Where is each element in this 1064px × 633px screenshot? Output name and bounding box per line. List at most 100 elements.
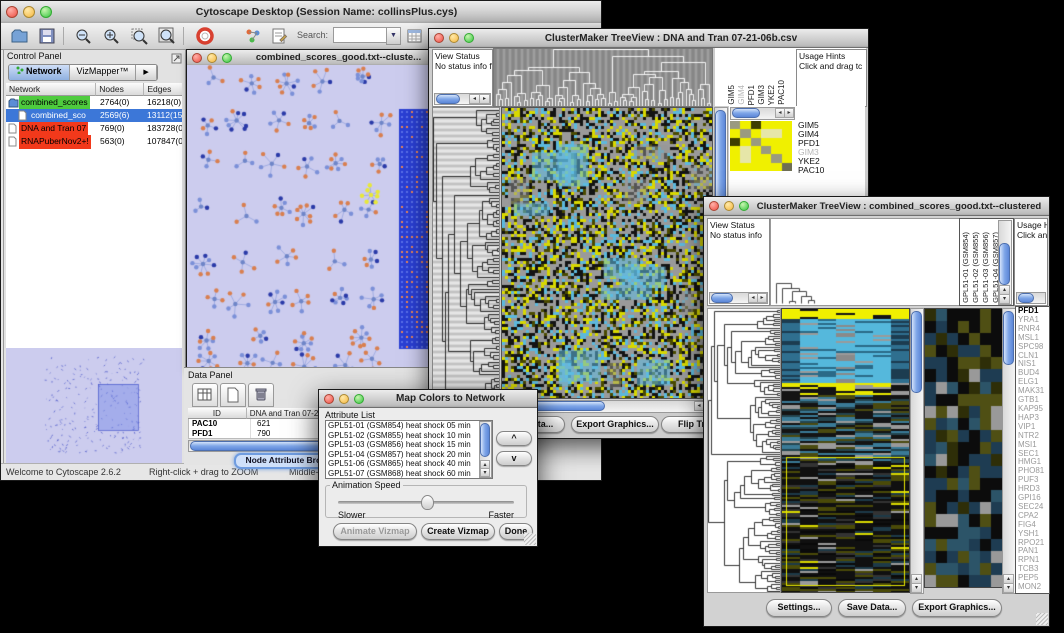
- move-down-button[interactable]: v: [496, 451, 532, 466]
- zoom-hscrollbar[interactable]: ◂ ▸: [730, 107, 795, 120]
- attribute-list-label: Attribute List: [325, 410, 375, 420]
- gene-label[interactable]: PAC10: [798, 166, 864, 175]
- zoom-window-icon[interactable]: [40, 6, 52, 18]
- zoom-heatmap[interactable]: [924, 308, 1003, 588]
- zoom-window-icon[interactable]: [222, 53, 232, 63]
- minimize-icon[interactable]: [724, 201, 734, 211]
- column-label-vscrollbar[interactable]: ▴ ▾: [998, 220, 1012, 305]
- annotation-icon[interactable]: [267, 25, 291, 47]
- treeview2-title: ClusterMaker TreeView : combined_scores_…: [749, 201, 1049, 212]
- tab-network[interactable]: Network: [9, 65, 70, 80]
- open-folder-icon[interactable]: [7, 25, 31, 47]
- close-icon[interactable]: [192, 53, 202, 63]
- toolbar-divider: [183, 27, 184, 45]
- zoom-window-icon[interactable]: [464, 33, 474, 43]
- minimize-icon[interactable]: [339, 394, 349, 404]
- usage-hints-title: Usage Hi: [1015, 219, 1047, 230]
- view-status-scrollbar[interactable]: ◂ ▸: [709, 292, 768, 304]
- column-dendrogram[interactable]: [770, 218, 960, 306]
- dialog-title-bar[interactable]: Map Colors to Network: [319, 390, 537, 408]
- network-row[interactable]: RNAPuberNov2+!563(0)107847(0): [6, 135, 182, 148]
- treeview1-gene-labels: GIM5GIM4PFD1GIM3YKE2PAC10: [798, 121, 864, 201]
- zoom-selected-icon[interactable]: [127, 25, 151, 47]
- data-panel-title: Data Panel: [188, 370, 233, 380]
- attribute-item[interactable]: GPL51-03 (GSM856) heat shock 15 min: [326, 440, 492, 450]
- save-icon[interactable]: [35, 25, 59, 47]
- help-lifebuoy-icon[interactable]: [193, 25, 217, 47]
- usage-hints-title: Usage Hints: [797, 50, 866, 61]
- col-nodes[interactable]: Nodes: [96, 83, 144, 96]
- attribute-item[interactable]: GPL51-06 (GSM865) heat shock 40 min: [326, 459, 492, 469]
- create-vizmap-button[interactable]: Create Vizmap: [421, 523, 495, 540]
- export-graphics-button[interactable]: Export Graphics...: [912, 599, 1002, 617]
- zoom-window-icon[interactable]: [354, 394, 364, 404]
- search-input[interactable]: [333, 27, 387, 43]
- close-icon[interactable]: [6, 6, 18, 18]
- network-row[interactable]: combined_sco2569(6)13112(15): [6, 109, 182, 122]
- global-heatmap[interactable]: [501, 107, 713, 399]
- close-icon[interactable]: [709, 201, 719, 211]
- treeview2-title-bar[interactable]: ClusterMaker TreeView : combined_scores_…: [704, 197, 1049, 216]
- save-data-button[interactable]: Save Data...: [838, 599, 906, 617]
- move-up-button[interactable]: ^: [496, 431, 532, 446]
- row-dendrogram[interactable]: [707, 308, 781, 593]
- usage-hints-panel: Usage Hints Click and drag tc: [796, 49, 867, 107]
- tab-overflow-arrow[interactable]: ▶: [136, 65, 156, 80]
- minimize-icon[interactable]: [207, 53, 217, 63]
- network-name: DNA and Tran 07: [19, 122, 88, 136]
- birdseye-view[interactable]: [6, 348, 182, 463]
- attribute-table-icon[interactable]: [403, 25, 427, 47]
- treeview1-title-bar[interactable]: ClusterMaker TreeView : DNA and Tran 07-…: [429, 29, 868, 48]
- resize-grip[interactable]: [524, 533, 536, 545]
- attribute-item[interactable]: GPL51-01 (GSM854) heat shock 05 min: [326, 421, 492, 431]
- settings-button[interactable]: Settings...: [766, 599, 832, 617]
- search-dropdown-button[interactable]: ▼: [386, 27, 401, 45]
- export-graphics-button[interactable]: Export Graphics...: [571, 416, 659, 433]
- id-column-header[interactable]: ID: [188, 408, 247, 419]
- network-table-header: Network Nodes Edges: [6, 83, 182, 96]
- animate-vizmap-button[interactable]: Animate Vizmap: [333, 523, 417, 540]
- global-heatmap[interactable]: [781, 308, 910, 593]
- global-vscrollbar[interactable]: ▴ ▾: [910, 308, 924, 594]
- col-network[interactable]: Network: [6, 83, 96, 96]
- zoom-fit-icon[interactable]: [155, 25, 179, 47]
- col-edges[interactable]: Edges: [144, 83, 182, 96]
- column-dendrogram[interactable]: [493, 48, 713, 107]
- plugin-nodes-icon[interactable]: [241, 25, 265, 47]
- speed-slider-thumb[interactable]: [421, 495, 434, 510]
- network-row[interactable]: DNA and Tran 07769(0)183728(0): [6, 122, 182, 135]
- zoom-heatmap[interactable]: [730, 121, 792, 171]
- zoom-out-icon[interactable]: [71, 25, 95, 47]
- attribute-select-icon[interactable]: [192, 383, 218, 407]
- network-canvas[interactable]: [187, 65, 443, 367]
- view-status-scrollbar[interactable]: ◂ ▸: [434, 93, 491, 105]
- delete-attribute-trash-icon[interactable]: [248, 383, 274, 407]
- new-attribute-icon[interactable]: [220, 383, 246, 407]
- close-icon[interactable]: [324, 394, 334, 404]
- zoom-in-icon[interactable]: [99, 25, 123, 47]
- row-dendrogram[interactable]: [432, 107, 500, 399]
- animation-speed-label: Animation Speed: [330, 480, 403, 490]
- zoom-window-icon[interactable]: [739, 201, 749, 211]
- tab-vizmapper[interactable]: VizMapper™: [70, 65, 137, 80]
- network-view-title-bar[interactable]: combined_scores_good.txt--cluste...: [187, 50, 445, 66]
- gene-label[interactable]: MON2: [1018, 583, 1049, 592]
- minimize-icon[interactable]: [23, 6, 35, 18]
- attribute-item[interactable]: GPL51-04 (GSM857) heat shock 20 min: [326, 450, 492, 460]
- attribute-item[interactable]: GPL51-02 (GSM855) heat shock 10 min: [326, 431, 492, 441]
- attribute-item[interactable]: GPL51-07 (GSM868) heat shock 60 min: [326, 469, 492, 479]
- close-icon[interactable]: [434, 33, 444, 43]
- attribute-list-scrollbar[interactable]: ▴ ▾: [479, 421, 492, 478]
- attribute-list[interactable]: GPL51-01 (GSM854) heat shock 05 minGPL51…: [325, 420, 493, 479]
- zoom-vscrollbar[interactable]: ▴ ▾: [1002, 308, 1016, 594]
- view-status-text: No status info f: [433, 61, 492, 71]
- panel-tabs: Network VizMapper™ ▶: [8, 64, 158, 81]
- minimize-icon[interactable]: [449, 33, 459, 43]
- network-nodes: 2764(0): [100, 97, 129, 107]
- network-name: combined_scores: [19, 96, 90, 110]
- float-panel-icon[interactable]: [171, 51, 182, 69]
- usage-hints-scrollbar[interactable]: [1016, 292, 1046, 304]
- main-title-bar[interactable]: Cytoscape Desktop (Session Name: collins…: [1, 1, 601, 24]
- resize-grip[interactable]: [1036, 613, 1048, 625]
- network-row[interactable]: combined_scores2764(0)16218(0): [6, 96, 182, 109]
